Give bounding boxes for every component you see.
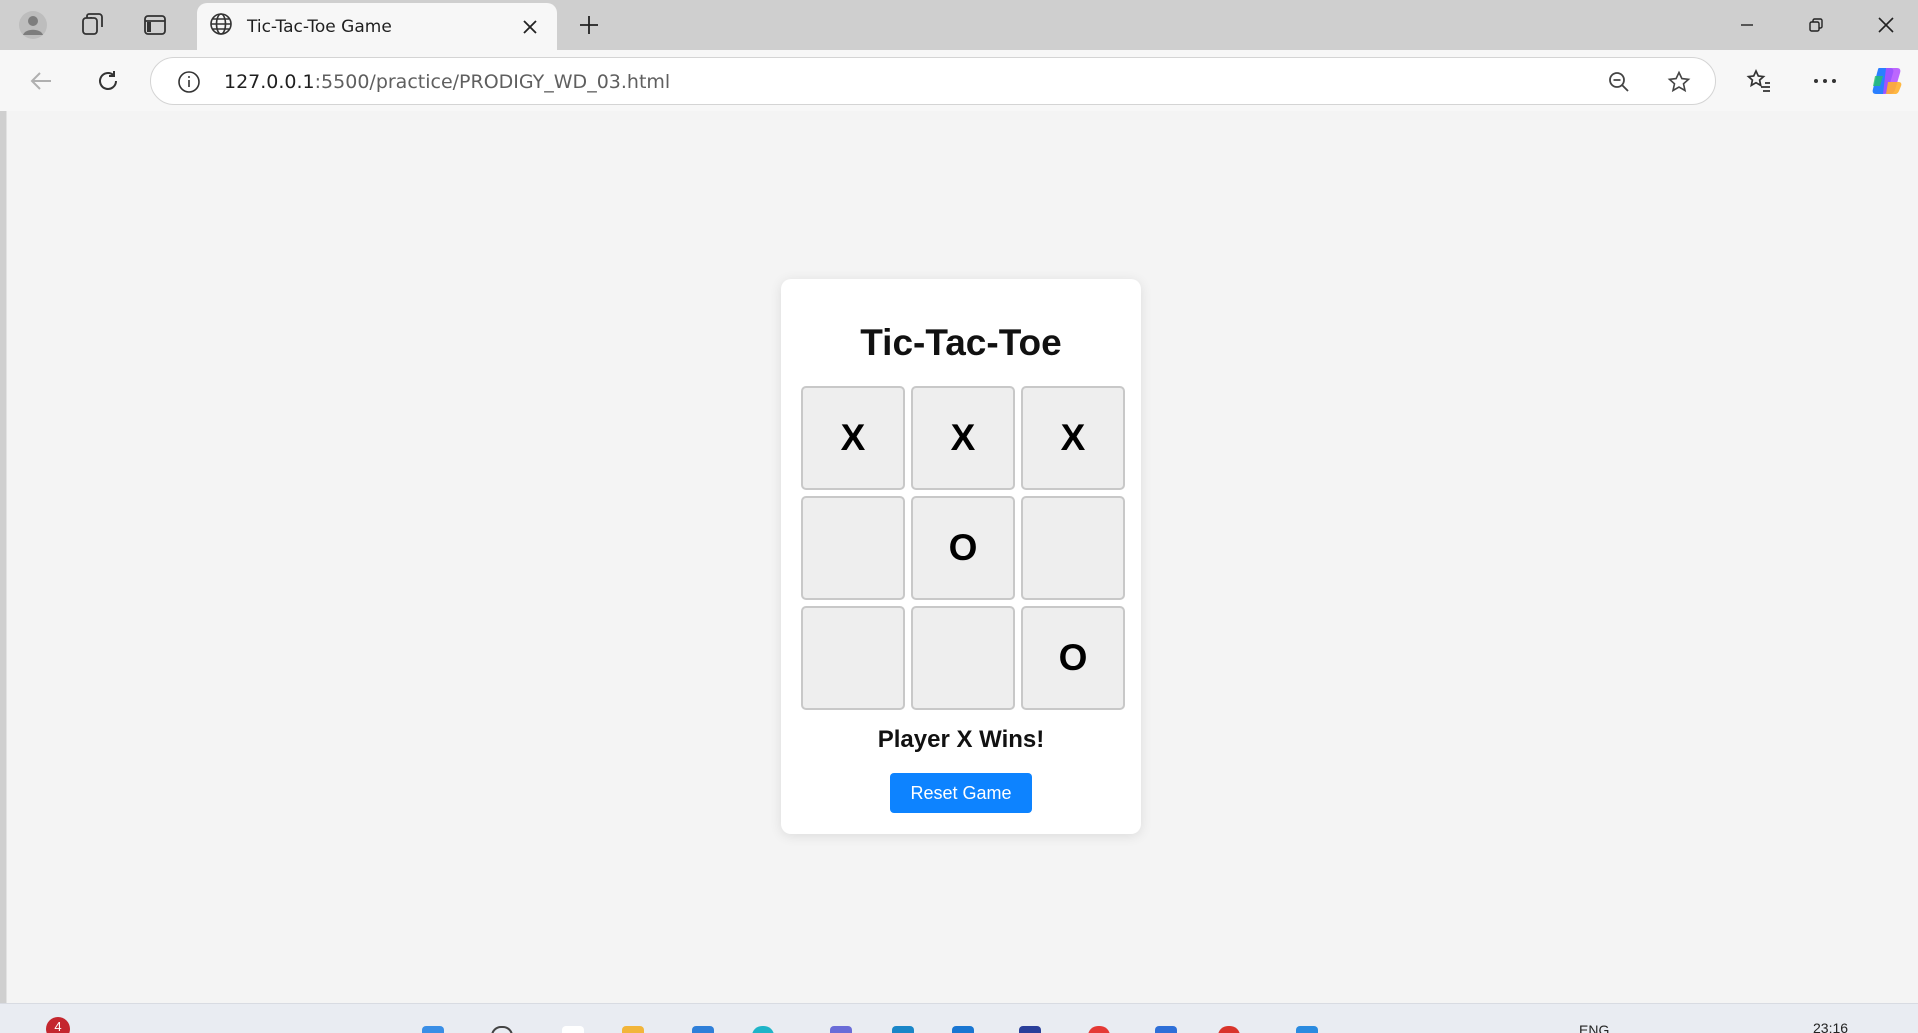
- workspaces-icon[interactable]: [76, 9, 110, 41]
- board-cell-1[interactable]: X: [801, 386, 905, 490]
- copilot-icon[interactable]: [1867, 63, 1907, 99]
- profile-icon[interactable]: [16, 9, 50, 41]
- page-viewport: Tic-Tac-Toe X X X O O Player X Wins! Res…: [6, 111, 1918, 1003]
- app-icon[interactable]: [1088, 1026, 1110, 1033]
- calendar-icon[interactable]: [1155, 1026, 1177, 1033]
- active-tab[interactable]: Tic-Tac-Toe Game: [197, 3, 557, 50]
- vertical-tabs-icon[interactable]: [138, 9, 172, 41]
- clock-time[interactable]: 23:16: [1813, 1020, 1848, 1033]
- teams-icon[interactable]: [830, 1026, 852, 1033]
- app-icon[interactable]: [1218, 1026, 1240, 1033]
- board-cell-7[interactable]: [801, 606, 905, 710]
- notification-badge[interactable]: 4: [46, 1017, 70, 1033]
- game-container: Tic-Tac-Toe X X X O O Player X Wins! Res…: [781, 279, 1141, 834]
- restore-icon[interactable]: [1796, 8, 1836, 42]
- start-icon[interactable]: [422, 1026, 444, 1033]
- globe-icon: [209, 12, 233, 41]
- plus-icon[interactable]: [572, 9, 606, 41]
- edge-icon[interactable]: [752, 1026, 774, 1033]
- board-cell-5[interactable]: O: [911, 496, 1015, 600]
- more-icon[interactable]: [1805, 63, 1845, 99]
- favorites-icon[interactable]: [1739, 63, 1779, 99]
- board-cell-8[interactable]: [911, 606, 1015, 710]
- close-icon[interactable]: [1866, 8, 1906, 42]
- board-cell-3[interactable]: X: [1021, 386, 1125, 490]
- zoom-out-icon[interactable]: [1601, 64, 1637, 100]
- language-indicator[interactable]: ENG: [1579, 1022, 1609, 1033]
- url-host: 127.0.0.1: [224, 71, 315, 93]
- search-icon[interactable]: [491, 1026, 513, 1033]
- browser-toolbar: 127.0.0.1:5500/practice/PRODIGY_WD_03.ht…: [0, 50, 1918, 111]
- game-title: Tic-Tac-Toe: [860, 322, 1062, 363]
- tab-title: Tic-Tac-Toe Game: [247, 16, 392, 37]
- file-explorer-icon[interactable]: [622, 1026, 644, 1033]
- app-icon[interactable]: [1019, 1026, 1041, 1033]
- refresh-icon[interactable]: [88, 63, 128, 99]
- game-board: X X X O O: [801, 386, 1127, 710]
- app-icon[interactable]: [1296, 1026, 1318, 1033]
- store-icon[interactable]: [692, 1026, 714, 1033]
- reset-game-button[interactable]: Reset Game: [890, 773, 1032, 813]
- info-icon[interactable]: [171, 64, 207, 100]
- app-icon[interactable]: [892, 1026, 914, 1033]
- board-cell-6[interactable]: [1021, 496, 1125, 600]
- close-icon[interactable]: [515, 12, 545, 42]
- task-view-icon[interactable]: [562, 1026, 584, 1033]
- url-path: :5500/practice/PRODIGY_WD_03.html: [314, 71, 671, 93]
- url-text[interactable]: 127.0.0.1:5500/practice/PRODIGY_WD_03.ht…: [224, 71, 670, 93]
- star-icon[interactable]: [1661, 64, 1697, 100]
- tab-strip: Tic-Tac-Toe Game: [0, 0, 1918, 50]
- address-bar[interactable]: 127.0.0.1:5500/practice/PRODIGY_WD_03.ht…: [150, 57, 1716, 105]
- app-icon[interactable]: [952, 1026, 974, 1033]
- minimize-icon[interactable]: [1727, 8, 1767, 42]
- game-status: Player X Wins!: [877, 726, 1045, 753]
- board-cell-2[interactable]: X: [911, 386, 1015, 490]
- board-cell-4[interactable]: [801, 496, 905, 600]
- back-arrow-icon[interactable]: [22, 63, 62, 99]
- board-cell-9[interactable]: O: [1021, 606, 1125, 710]
- taskbar: 4 ENG 23:16: [0, 1003, 1918, 1033]
